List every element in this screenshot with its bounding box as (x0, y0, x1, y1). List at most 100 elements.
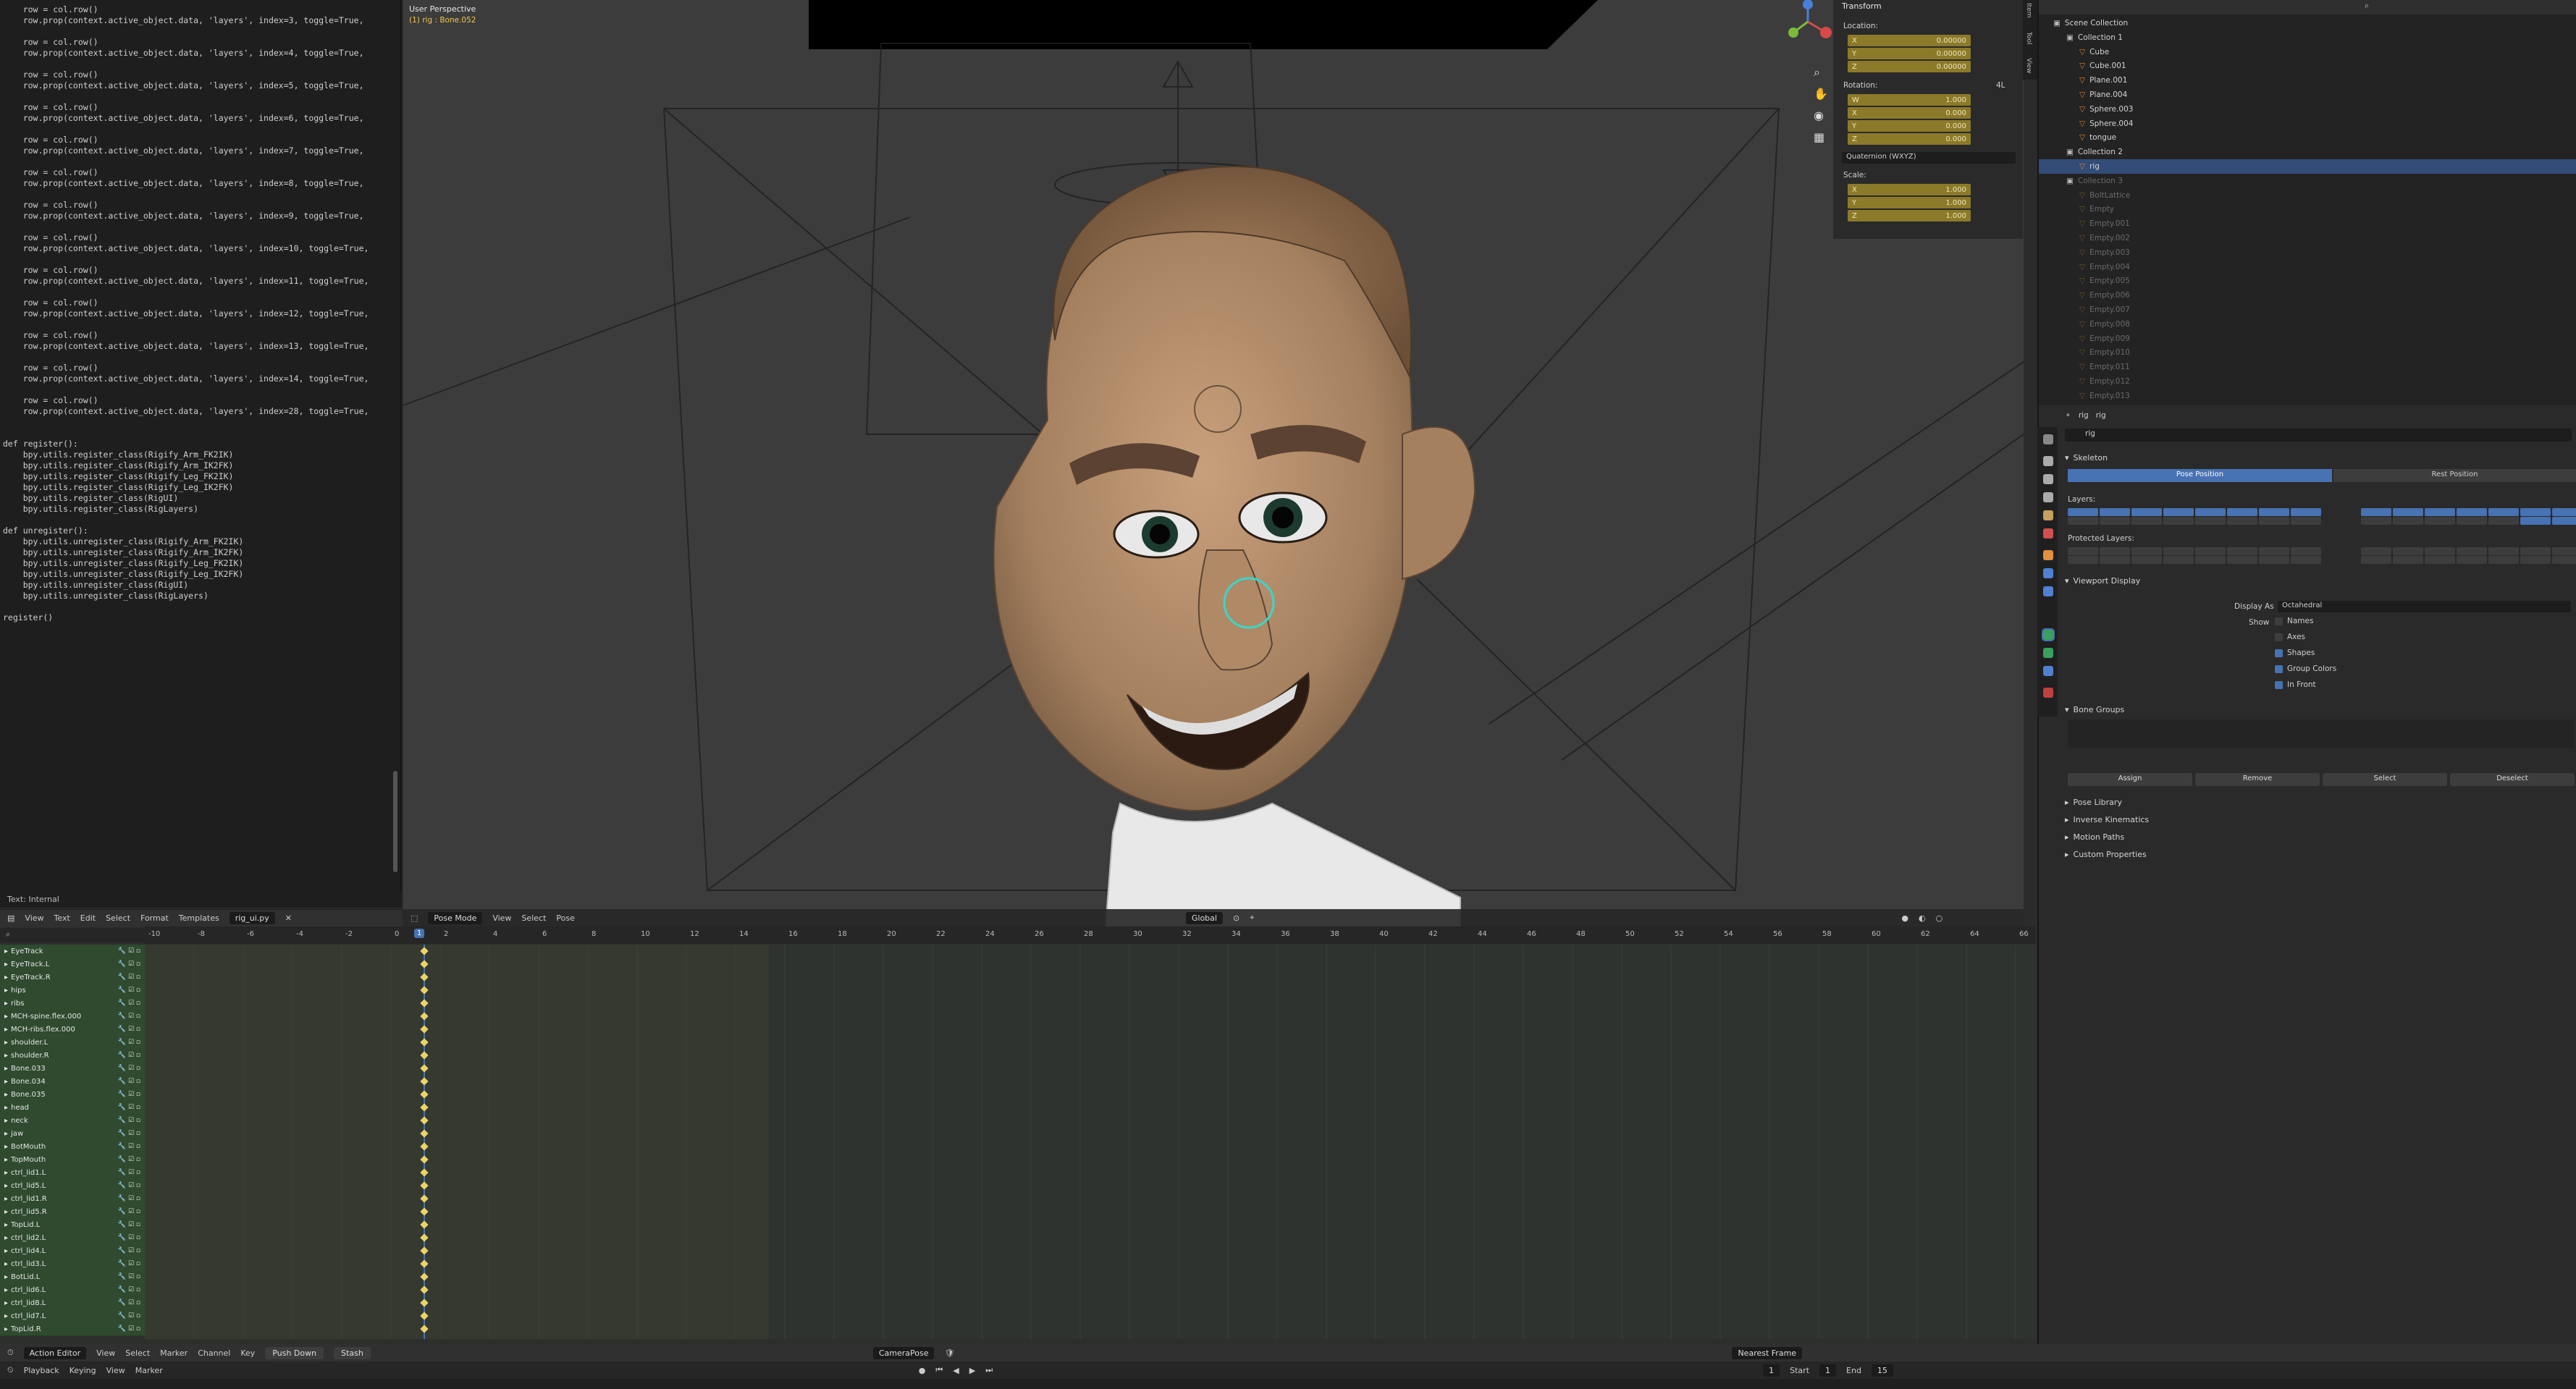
channel-toggle-icons[interactable]: 🔧 ☑ ▫ (118, 1247, 140, 1254)
pose-library-header[interactable]: ▸ Pose Library (2065, 795, 2576, 809)
layer-toggle[interactable] (2163, 508, 2194, 516)
expand-arrow-icon[interactable]: ▸ (4, 1156, 8, 1164)
text-file-name[interactable]: rig_ui.py (229, 912, 275, 924)
action-name-field[interactable]: CameraPose (872, 1346, 935, 1359)
3d-viewport[interactable]: User Perspective (1) rig : Bone.052 ⌕ ✋ … (403, 0, 2024, 926)
tl-menu-keying[interactable]: Keying (70, 1366, 96, 1375)
rotation-w-field[interactable]: W 1.000 (1848, 94, 1971, 106)
channel-toggle-icons[interactable]: 🔧 ☑ ▫ (118, 1234, 140, 1241)
location-z-field[interactable]: Z 0.00000 (1848, 61, 1971, 72)
expand-arrow-icon[interactable]: ▸ (4, 1273, 8, 1281)
rotation-x-field[interactable]: X 0.000 (1848, 107, 1971, 119)
location-x-field[interactable]: X 0.00000 (1848, 35, 1971, 46)
layer-toggle[interactable] (2227, 517, 2257, 525)
text-menu-view[interactable]: View (25, 913, 43, 923)
timeline-ruler[interactable]: -10 -8 -6 -4 -2 0 2 4 6 8 10 12 14 16 18 20 22 24 26 28 30 32… (145, 926, 2036, 944)
outliner-row[interactable]: ▽ Empty.007 (2039, 303, 2576, 317)
expand-arrow-icon[interactable]: ▸ (4, 987, 8, 995)
editor-type-icon[interactable]: ▤ (7, 913, 14, 923)
scene-tab-icon[interactable] (2043, 510, 2053, 520)
channel-row[interactable]: ▸ EyeTrack 🔧 ☑ ▫ (0, 945, 145, 958)
channel-row[interactable]: ▸ shoulder.R 🔧 ☑ ▫ (0, 1049, 145, 1063)
layer-toggle[interactable] (2100, 508, 2130, 516)
text-menu-templates[interactable]: Templates (179, 913, 219, 923)
outliner-row[interactable]: ▣ Scene Collection (2039, 16, 2576, 30)
outliner-row[interactable]: ▽ Empty (2039, 202, 2576, 216)
layer-toggle[interactable] (2195, 547, 2226, 555)
text-menu-select[interactable]: Select (106, 913, 130, 923)
expand-arrow-icon[interactable]: ▸ (4, 1026, 8, 1034)
bone-constraint-tab-icon[interactable] (2043, 666, 2053, 676)
code-text[interactable]: row = col.row() row.prop(context.active_… (3, 4, 369, 623)
snap-mode-dropdown[interactable]: Nearest Frame (1732, 1346, 1803, 1359)
close-icon[interactable]: ✕ (285, 913, 292, 923)
channel-row[interactable]: ▸ jaw 🔧 ☑ ▫ (0, 1127, 145, 1141)
expand-arrow-icon[interactable]: ▸ (4, 1312, 8, 1320)
vp-menu-pose[interactable]: Pose (556, 913, 574, 923)
outliner-row[interactable]: ▽ Empty.004 (2039, 260, 2576, 274)
layer-toggle[interactable] (2393, 556, 2423, 564)
grid-view-icon[interactable]: ▦ (1814, 130, 1824, 144)
tab-view[interactable]: View (2025, 58, 2032, 73)
outliner[interactable]: ⌕ ▣ Scene Collection ▣ Collection 1 ▽ Cube ▽ Cu… (2037, 0, 2576, 405)
layer-toggle[interactable] (2425, 556, 2455, 564)
modifier-tab-icon[interactable] (2043, 568, 2053, 578)
outliner-row[interactable]: ▽ Sphere.003 (2039, 102, 2576, 117)
bone-groups-list[interactable] (2068, 719, 2575, 748)
zoom-icon[interactable]: ⌕ (1814, 65, 1820, 80)
channel-toggle-icons[interactable]: 🔧 ☑ ▫ (118, 1039, 140, 1046)
expand-arrow-icon[interactable]: ▸ (4, 1208, 8, 1216)
editor-type-icon[interactable]: ⏱ (7, 1348, 14, 1358)
channel-toggle-icons[interactable]: 🔧 ☑ ▫ (118, 1169, 140, 1176)
channel-toggle-icons[interactable]: 🔧 ☑ ▫ (118, 1156, 140, 1163)
current-frame-field[interactable]: 1 (1763, 1364, 1780, 1377)
transform-panel-title[interactable]: Transform (1842, 1, 1882, 11)
channel-toggle-icons[interactable]: 🔧 ☑ ▫ (118, 1091, 140, 1098)
layer-toggle[interactable] (2520, 556, 2551, 564)
outliner-row[interactable]: ▽ Cube.001 (2039, 59, 2576, 73)
layer-toggle[interactable] (2291, 508, 2321, 516)
channel-toggle-icons[interactable]: 🔧 ☑ ▫ (118, 1221, 140, 1228)
jump-end-icon[interactable]: ⏭ (985, 1365, 993, 1375)
channel-row[interactable]: ▸ ctrl_lid5.R 🔧 ☑ ▫ (0, 1205, 145, 1219)
expand-arrow-icon[interactable]: ▸ (4, 1182, 8, 1190)
layer-toggle[interactable] (2068, 508, 2098, 516)
editor-type-icon[interactable]: ⏲ (7, 1365, 14, 1375)
channel-toggle-icons[interactable]: 🔧 ☑ ▫ (118, 1208, 140, 1215)
layer-toggle[interactable] (2361, 517, 2391, 525)
stash-button[interactable]: Stash (334, 1346, 371, 1359)
start-frame-field[interactable]: 1 (1819, 1364, 1837, 1377)
bone-tab-icon[interactable] (2043, 648, 2053, 658)
outliner-row[interactable]: ▣ Collection 3 (2039, 174, 2576, 188)
outliner-row[interactable]: ▽ Empty.003 (2039, 245, 2576, 260)
layer-toggle[interactable] (2068, 547, 2098, 555)
ds-menu-view[interactable]: View (96, 1348, 115, 1358)
layer-toggle[interactable] (2488, 508, 2519, 516)
layer-toggle[interactable] (2131, 556, 2162, 564)
outliner-row[interactable]: ▽ Empty.008 (2039, 317, 2576, 332)
layer-toggle[interactable] (2488, 556, 2519, 564)
show-option-checkbox[interactable]: Shapes (2275, 649, 2315, 657)
custom-properties-header[interactable]: ▸ Custom Properties (2065, 847, 2576, 861)
outliner-row[interactable]: ▽ Empty.001 (2039, 216, 2576, 231)
channel-toggle-icons[interactable]: 🔧 ☑ ▫ (118, 1286, 140, 1293)
display-as-dropdown[interactable]: Octahedral (2278, 601, 2571, 612)
layer-toggle[interactable] (2100, 517, 2130, 525)
outliner-row[interactable]: ▽ Cube (2039, 45, 2576, 59)
expand-arrow-icon[interactable]: ▸ (4, 1234, 8, 1242)
layer-toggle[interactable] (2068, 556, 2098, 564)
channel-toggle-icons[interactable]: 🔧 ☑ ▫ (118, 1325, 140, 1333)
expand-arrow-icon[interactable]: ▸ (4, 1286, 8, 1294)
layer-toggle[interactable] (2131, 517, 2162, 525)
channel-row[interactable]: ▸ ctrl_lid5.L 🔧 ☑ ▫ (0, 1179, 145, 1193)
layer-toggle[interactable] (2259, 517, 2289, 525)
rest-position-button[interactable]: Rest Position (2333, 469, 2576, 482)
channel-row[interactable]: ▸ TopLid.R 🔧 ☑ ▫ (0, 1322, 145, 1336)
outliner-row[interactable]: ▽ Empty.012 (2039, 374, 2576, 389)
layer-toggle[interactable] (2291, 547, 2321, 555)
pivot-icon[interactable]: ⊙ (1233, 913, 1239, 923)
expand-arrow-icon[interactable]: ▸ (4, 974, 8, 981)
rotation-y-field[interactable]: Y 0.000 (1848, 120, 1971, 132)
channel-row[interactable]: ▸ hips 🔧 ☑ ▫ (0, 984, 145, 997)
channel-row[interactable]: ▸ ctrl_lid3.L 🔧 ☑ ▫ (0, 1257, 145, 1271)
